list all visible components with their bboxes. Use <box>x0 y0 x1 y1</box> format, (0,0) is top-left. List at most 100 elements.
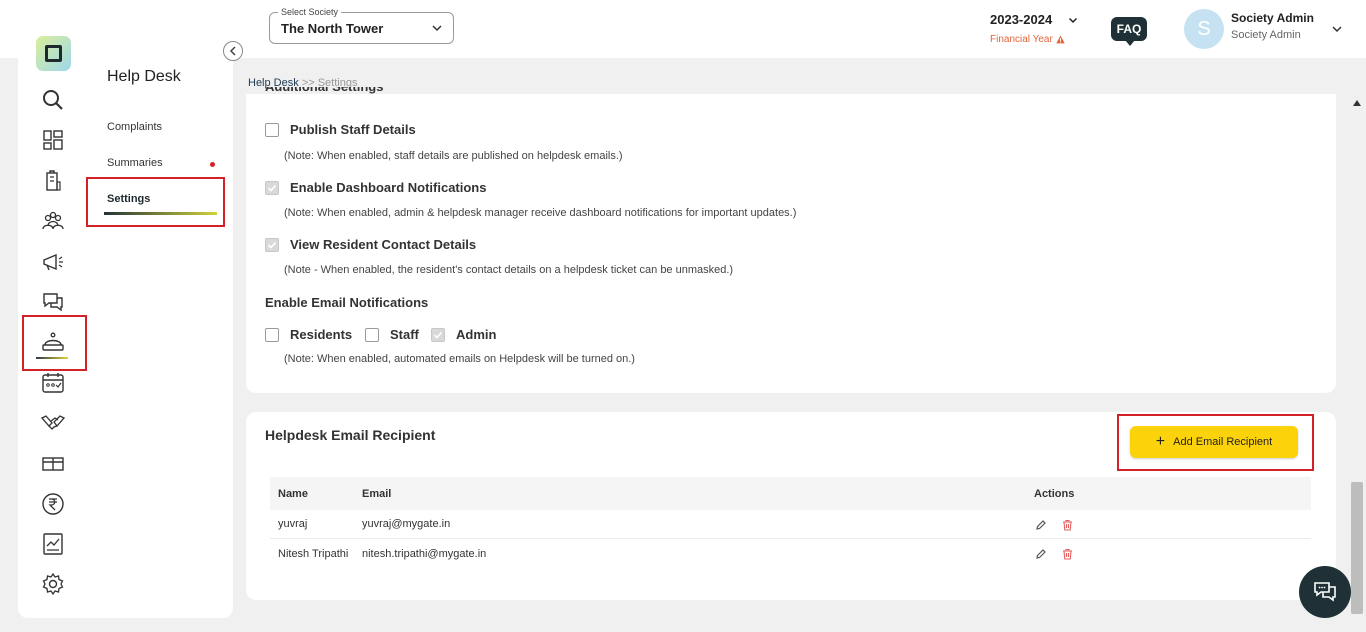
check-icon <box>267 184 277 192</box>
delete-trash-icon[interactable] <box>1062 548 1073 560</box>
additional-settings-heading: Additional Settings <box>265 87 383 97</box>
column-header-name: Name <box>278 487 308 500</box>
recipient-email: yuvraj@mygate.in <box>362 518 451 530</box>
plus-icon: + <box>1155 433 1166 450</box>
sidebar-section-title: Help Desk <box>107 68 181 85</box>
chat-support-button[interactable] <box>1299 566 1351 618</box>
scroll-up-arrow[interactable] <box>1353 100 1361 106</box>
chevron-down-icon[interactable] <box>1331 23 1343 35</box>
check-icon <box>433 331 443 339</box>
nav-residents[interactable] <box>38 206 68 236</box>
email-admin-option[interactable]: Admin <box>431 327 496 342</box>
nav-payments[interactable] <box>38 489 68 519</box>
resident-contact-label: View Resident Contact Details <box>290 237 477 252</box>
chat-bubbles-icon <box>1314 582 1336 602</box>
nav-announcements[interactable] <box>38 247 68 277</box>
active-nav-highlight <box>22 315 87 371</box>
chevron-down-icon <box>1068 17 1078 24</box>
add-email-recipient-label: Add Email Recipient <box>1173 436 1273 448</box>
dashboard-notifications-checkbox[interactable] <box>265 180 279 195</box>
sidebar-item-complaints[interactable]: Complaints <box>107 121 162 133</box>
chevron-down-icon <box>432 25 442 32</box>
search-icon <box>43 90 63 110</box>
nav-amenities[interactable] <box>38 448 68 478</box>
email-staff-label: Staff <box>390 327 419 342</box>
email-residents-option[interactable]: Residents <box>265 327 352 342</box>
edit-pencil-icon[interactable] <box>1035 548 1047 560</box>
edit-pencil-icon[interactable] <box>1035 519 1047 531</box>
resident-contact-note: (Note - When enabled, the resident's con… <box>284 264 734 276</box>
nav-messages[interactable] <box>38 287 68 317</box>
nav-reports[interactable] <box>38 529 68 559</box>
recipient-table: Name Email Actions yuvraj yuvraj@mygate.… <box>270 477 1311 568</box>
email-notifications-heading: Enable Email Notifications <box>265 295 429 310</box>
publish-staff-checkbox[interactable] <box>265 122 279 137</box>
nav-calendar[interactable] <box>38 368 68 398</box>
dashboard-notifications-option[interactable]: Enable Dashboard Notifications <box>265 180 486 195</box>
handshake-icon <box>41 415 65 430</box>
collapse-sidebar-button[interactable] <box>223 41 243 61</box>
faq-button[interactable]: FAQ <box>1111 17 1147 46</box>
warning-icon <box>1056 35 1065 44</box>
resident-contact-option[interactable]: View Resident Contact Details <box>265 237 476 252</box>
nav-vendors[interactable] <box>38 408 68 438</box>
scrollbar-thumb[interactable] <box>1351 482 1363 614</box>
chat-bubbles-icon <box>43 293 63 312</box>
app-logo[interactable] <box>36 36 71 71</box>
recipient-email: nitesh.tripathi@mygate.in <box>362 547 487 560</box>
nav-dashboard[interactable] <box>38 125 68 155</box>
email-admin-checkbox[interactable] <box>431 327 445 342</box>
email-staff-option[interactable]: Staff <box>365 327 419 342</box>
gift-box-icon <box>42 457 64 471</box>
calendar-icon <box>42 373 64 393</box>
email-residents-checkbox[interactable] <box>265 327 279 342</box>
chevron-left-icon <box>229 46 236 56</box>
avatar[interactable]: S <box>1184 9 1224 49</box>
resident-contact-checkbox[interactable] <box>265 237 279 252</box>
megaphone-icon <box>43 253 63 271</box>
email-admin-label: Admin <box>456 327 497 342</box>
people-group-icon <box>42 211 64 230</box>
publish-staff-label: Publish Staff Details <box>290 122 416 137</box>
logo-mark <box>45 45 62 62</box>
report-chart-icon <box>43 533 63 555</box>
user-role: Society Admin <box>1231 29 1301 41</box>
settings-card: Additional Settings Publish Staff Detail… <box>246 87 1336 393</box>
dashboard-grid-icon <box>43 130 63 150</box>
building-icon <box>46 170 61 191</box>
email-recipient-card: Helpdesk Email Recipient + Add Email Rec… <box>246 412 1336 600</box>
check-icon <box>267 241 277 249</box>
society-select-value: The North Tower <box>281 21 384 36</box>
rupee-icon <box>42 493 64 515</box>
table-header: Name Email Actions <box>270 477 1311 510</box>
user-name: Society Admin <box>1231 11 1314 25</box>
email-staff-checkbox[interactable] <box>365 327 379 342</box>
publish-staff-option[interactable]: Publish Staff Details <box>265 122 416 137</box>
add-email-recipient-button[interactable]: + Add Email Recipient <box>1130 426 1298 458</box>
publish-staff-note: (Note: When enabled, staff details are p… <box>284 150 623 162</box>
column-header-email: Email <box>362 487 392 500</box>
active-nav-underline <box>36 357 68 359</box>
dashboard-notifications-label: Enable Dashboard Notifications <box>290 180 487 195</box>
recipient-name: yuvraj <box>278 518 308 530</box>
recipient-name: Nitesh Tripathi <box>278 547 349 560</box>
nav-search[interactable] <box>38 85 68 115</box>
nav-building[interactable] <box>38 166 68 196</box>
notification-dot <box>210 162 215 167</box>
sidebar-item-highlight <box>86 177 225 227</box>
financial-year-select[interactable]: 2023-2024 Financial Year <box>990 12 1090 45</box>
sidebar: Help Desk Complaints Summaries Settings <box>18 14 243 618</box>
sidebar-item-summaries[interactable]: Summaries <box>107 157 163 169</box>
recipient-section-title: Helpdesk Email Recipient <box>265 427 436 443</box>
society-select[interactable]: Select Society The North Tower <box>269 7 454 44</box>
email-notifications-note: (Note: When enabled, automated emails on… <box>284 353 635 365</box>
financial-year-text: Financial Year <box>990 34 1053 45</box>
table-row: yuvraj yuvraj@mygate.in <box>270 510 1311 539</box>
table-row: Nitesh Tripathi nitesh.tripathi@mygate.i… <box>270 539 1311 568</box>
delete-trash-icon[interactable] <box>1062 519 1073 531</box>
gear-icon <box>42 572 64 596</box>
email-residents-label: Residents <box>290 327 353 342</box>
nav-settings[interactable] <box>38 569 68 599</box>
dashboard-notifications-note: (Note: When enabled, admin & helpdesk ma… <box>284 207 797 219</box>
financial-year-label: Financial Year <box>990 34 1090 45</box>
